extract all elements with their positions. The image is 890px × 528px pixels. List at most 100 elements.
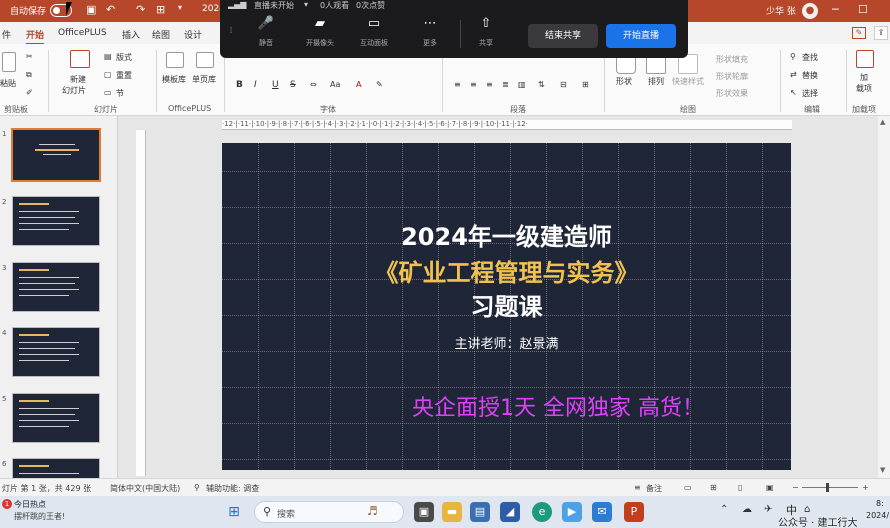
task-view-icon[interactable]: ▣: [414, 502, 434, 522]
template-library-button[interactable]: 模板库: [162, 74, 186, 85]
notes-button[interactable]: 备注: [646, 483, 662, 494]
italic-button[interactable]: I: [254, 80, 257, 90]
dropdown-chevron-icon[interactable]: ▾: [304, 0, 308, 9]
app-icon[interactable]: ◢: [500, 502, 520, 522]
copy-icon[interactable]: ⧉: [26, 70, 32, 80]
zoom-out-icon[interactable]: −: [792, 483, 799, 492]
customize-icon[interactable]: ▾: [178, 3, 182, 12]
edge-icon[interactable]: e: [532, 502, 552, 522]
zoom-slider[interactable]: [802, 487, 858, 488]
slide-thumbnail[interactable]: [12, 393, 100, 443]
slideshow-icon[interactable]: ▣: [766, 483, 774, 492]
slide-thumbnail[interactable]: [11, 128, 101, 182]
slide-thumbnail[interactable]: [12, 327, 100, 377]
avatar[interactable]: ●: [802, 3, 818, 19]
share-button[interactable]: ⇧ 共享: [466, 16, 506, 48]
powerpoint-taskbar-icon[interactable]: P: [624, 502, 644, 522]
present-icon[interactable]: ⊞: [156, 3, 165, 16]
news-title[interactable]: 今日热点: [14, 499, 46, 510]
file-explorer-icon[interactable]: ▬: [442, 502, 462, 522]
underline-icon[interactable]: U: [272, 80, 279, 90]
align-center-icon[interactable]: ≡: [470, 80, 477, 89]
columns-icon[interactable]: ▥: [518, 80, 526, 89]
justify-icon[interactable]: ≣: [502, 80, 509, 89]
shape-outline-button[interactable]: 形状轮廓: [716, 71, 748, 82]
new-slide-label[interactable]: 幻灯片: [62, 85, 86, 96]
save-icon[interactable]: ▣: [86, 3, 96, 16]
scroll-down-icon[interactable]: ▼: [880, 466, 885, 474]
store-icon[interactable]: ▤: [470, 502, 490, 522]
share-icon[interactable]: ⇪: [874, 26, 888, 40]
new-slide-button[interactable]: 新建: [70, 74, 86, 85]
vertical-scrollbar[interactable]: ▲ ▼: [878, 116, 890, 478]
layout-button[interactable]: 版式: [116, 52, 132, 63]
char-spacing-icon[interactable]: ⇔: [310, 80, 317, 89]
quick-styles-button[interactable]: 快速样式: [672, 76, 704, 87]
clock-time[interactable]: 8:: [876, 499, 884, 508]
tab-insert[interactable]: 插入: [122, 28, 140, 41]
section-button[interactable]: 节: [116, 88, 124, 99]
taskbar-search[interactable]: ⚲ 搜索 ♬: [254, 501, 404, 523]
slide-thumbnail[interactable]: [12, 262, 100, 312]
tab-design[interactable]: 设计: [184, 28, 202, 41]
reset-button[interactable]: 重置: [116, 70, 132, 81]
tray-app-icon[interactable]: ✈: [764, 504, 772, 515]
end-share-button[interactable]: 结束共享: [528, 24, 598, 48]
minimize-icon[interactable]: ─: [832, 3, 839, 16]
font-color-icon[interactable]: A: [356, 80, 361, 89]
addins-button[interactable]: 加: [860, 72, 868, 83]
highlight-icon[interactable]: ✎: [376, 80, 383, 89]
align-left-icon[interactable]: ≡: [454, 80, 461, 89]
smartart-icon[interactable]: ⊞: [582, 80, 589, 89]
current-slide[interactable]: 2024年一级建造师 《矿业工程管理与实务》 习题课 主讲老师：赵景满 央企面授…: [222, 143, 791, 470]
align-text-icon[interactable]: ⊟: [560, 80, 567, 89]
template-library-icon[interactable]: [166, 52, 184, 68]
redo-icon[interactable]: ↷: [136, 3, 145, 16]
cut-icon[interactable]: ✂: [26, 52, 33, 61]
undo-icon[interactable]: ↶: [106, 3, 115, 16]
shapes-button[interactable]: 形状: [616, 76, 632, 87]
tray-chevron-icon[interactable]: ⌃: [720, 504, 728, 515]
find-button[interactable]: 查找: [802, 52, 818, 63]
start-live-button[interactable]: 开始直播: [606, 24, 676, 48]
replace-button[interactable]: 替换: [802, 70, 818, 81]
reading-view-icon[interactable]: ▯: [738, 483, 742, 492]
tab-draw[interactable]: 绘图: [152, 28, 170, 41]
comments-icon[interactable]: ✎: [852, 27, 866, 39]
accessibility-status[interactable]: 辅助功能: 调查: [206, 483, 259, 494]
tab-home[interactable]: 开始: [26, 28, 45, 45]
addins-label[interactable]: 载项: [856, 83, 872, 94]
normal-view-icon[interactable]: ▭: [684, 483, 692, 492]
paste-button[interactable]: 粘贴: [0, 78, 16, 89]
new-slide-icon[interactable]: [70, 50, 90, 68]
paste-icon[interactable]: [2, 52, 16, 72]
news-subtitle[interactable]: 摆杆跳的王者!: [14, 511, 65, 522]
maximize-icon[interactable]: ☐: [858, 3, 868, 16]
zoom-slider-thumb[interactable]: [826, 483, 829, 492]
addins-icon[interactable]: [856, 50, 874, 68]
zoom-in-icon[interactable]: +: [862, 483, 869, 492]
more-button[interactable]: ⋯ 更多: [410, 16, 450, 48]
drag-handle-icon[interactable]: ⁞: [224, 26, 238, 36]
shape-fill-button[interactable]: 形状填充: [716, 54, 748, 65]
tab-file[interactable]: 件: [2, 28, 11, 41]
slide-thumbnail[interactable]: [12, 196, 100, 246]
clock-date[interactable]: 2024/: [866, 511, 889, 520]
tray-cloud-icon[interactable]: ☁: [742, 504, 752, 515]
format-painter-icon[interactable]: ✐: [26, 88, 33, 97]
slide-sorter-icon[interactable]: ⊞: [710, 483, 717, 492]
mail-icon[interactable]: ✉: [592, 502, 612, 522]
interact-panel-button[interactable]: ▭ 互动面板: [354, 16, 394, 48]
shape-effects-button[interactable]: 形状效果: [716, 88, 748, 99]
scroll-up-icon[interactable]: ▲: [880, 118, 885, 126]
single-page-library-button[interactable]: 单页库: [192, 74, 216, 85]
bold-button[interactable]: B: [236, 80, 243, 90]
tab-officeplus[interactable]: OfficePLUS: [58, 28, 107, 38]
windows-start-icon[interactable]: ⊞: [224, 502, 244, 522]
language-indicator[interactable]: 简体中文(中国大陆): [110, 483, 180, 494]
arrange-button[interactable]: 排列: [648, 76, 664, 87]
align-right-icon[interactable]: ≡: [486, 80, 493, 89]
select-button[interactable]: 选择: [802, 88, 818, 99]
strikethrough-icon[interactable]: S: [290, 80, 296, 90]
text-direction-icon[interactable]: ⇅: [538, 80, 545, 89]
